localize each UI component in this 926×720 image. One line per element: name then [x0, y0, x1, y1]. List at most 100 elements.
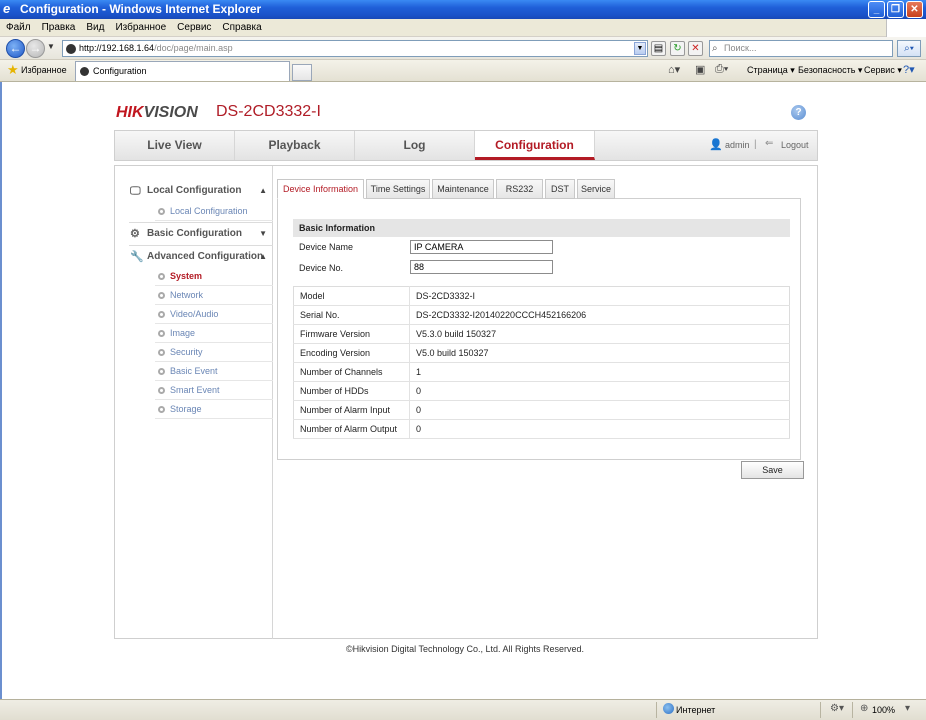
close-button[interactable]: ✕ — [906, 1, 923, 18]
menu-item-security[interactable]: Security — [155, 343, 273, 362]
menu-item-network[interactable]: Network — [155, 286, 273, 305]
user-icon: 👤 — [709, 139, 723, 151]
tab-live-view[interactable]: Live View — [115, 131, 235, 160]
help-menu-icon[interactable]: ?▾ — [903, 63, 915, 76]
zoom-level[interactable]: 100% — [872, 705, 895, 715]
table-row: Serial No. DS-2CD3332-I20140220CCCH452166… — [293, 305, 790, 325]
favorites-button[interactable]: Избранное — [21, 65, 67, 75]
menu-local-configuration[interactable]: 🖵 Local Configuration ▲ — [129, 180, 273, 202]
forward-button[interactable]: → — [26, 39, 45, 58]
info-key: Model — [293, 286, 410, 306]
menu-item-network-label: Network — [170, 290, 204, 300]
info-value: 0 — [409, 381, 790, 401]
info-value: 0 — [409, 400, 790, 420]
config-menu: 🖵 Local Configuration ▲ Local Configurat… — [115, 166, 273, 639]
info-key: Encoding Version — [293, 343, 410, 363]
status-divider — [820, 702, 821, 718]
tab-playback[interactable]: Playback — [235, 131, 355, 160]
new-tab-button[interactable] — [292, 64, 312, 81]
minimize-button[interactable]: _ — [868, 1, 885, 18]
feeds-icon[interactable]: ▣ — [695, 63, 705, 76]
logout-icon[interactable]: ⇐ — [765, 138, 773, 149]
table-row: Encoding Version V5.0 build 150327 — [293, 343, 790, 363]
help-icon[interactable]: ? — [791, 105, 806, 120]
tab-dst[interactable]: DST — [545, 179, 575, 199]
menu-item-smart-event[interactable]: Smart Event — [155, 381, 273, 400]
security-zone[interactable]: Интернет — [676, 705, 715, 715]
bullet-icon — [158, 311, 165, 318]
logout-link[interactable]: Logout — [781, 140, 809, 150]
menu-favorites[interactable]: Избранное — [115, 22, 166, 33]
maximize-button[interactable]: ❐ — [887, 1, 904, 18]
page-menu[interactable]: Страница ▾ — [747, 65, 795, 76]
browser-tab[interactable]: Configuration — [75, 61, 290, 81]
wrench-icon: 🔧 — [130, 251, 144, 263]
device-model-title: DS-2CD3332-I — [216, 103, 321, 120]
device-no-input[interactable] — [410, 260, 553, 274]
bullet-icon — [158, 208, 165, 215]
security-menu[interactable]: Безопасность ▾ — [798, 65, 862, 76]
window-title: Configuration - Windows Internet Explore… — [20, 2, 262, 16]
menu-item-system[interactable]: System — [155, 267, 273, 286]
chevron-down-icon: ▼ — [259, 229, 267, 238]
search-button[interactable]: ⌕▾ — [897, 40, 921, 57]
info-value: DS-2CD3332-I20140220CCCH452166206 — [409, 305, 790, 325]
menu-item-image[interactable]: Image — [155, 324, 273, 343]
address-input[interactable]: http://192.168.1.64/doc/page/main.asp ▼ — [62, 40, 648, 57]
menu-item-basic-event[interactable]: Basic Event — [155, 362, 273, 381]
history-dropdown-icon[interactable]: ▼ — [47, 42, 55, 51]
menu-edit[interactable]: Правка — [42, 22, 76, 33]
tab-service[interactable]: Service — [577, 179, 615, 199]
protected-mode-icon[interactable]: ⚙▾ — [830, 703, 844, 714]
bullet-icon — [158, 292, 165, 299]
zoom-dropdown-icon[interactable]: ▾ — [905, 703, 910, 714]
menu-advanced-configuration-label: Advanced Configuration — [147, 251, 264, 262]
internet-zone-icon — [663, 703, 674, 714]
search-icon: ⌕ — [712, 43, 718, 54]
tab-configuration[interactable]: Configuration — [475, 131, 595, 160]
menu-advanced-configuration[interactable]: 🔧 Advanced Configuration ▲ — [129, 246, 273, 268]
ie-icon: e — [3, 1, 11, 16]
bullet-icon — [158, 330, 165, 337]
tab-rs232[interactable]: RS232 — [496, 179, 543, 199]
compatibility-icon[interactable]: ▤ — [651, 41, 666, 56]
username: admin — [725, 140, 750, 150]
menu-help[interactable]: Справка — [222, 22, 261, 33]
tools-menu[interactable]: Сервис ▾ — [864, 65, 902, 76]
menu-item-storage[interactable]: Storage — [155, 400, 273, 419]
back-button[interactable]: ← — [6, 39, 25, 58]
info-value: V5.3.0 build 150327 — [409, 324, 790, 344]
bullet-icon — [158, 387, 165, 394]
menu-item-local-configuration[interactable]: Local Configuration — [155, 202, 273, 221]
menu-item-video-audio[interactable]: Video/Audio — [155, 305, 273, 324]
menu-item-image-label: Image — [170, 328, 196, 338]
menu-view[interactable]: Вид — [86, 22, 104, 33]
tab-title: Configuration — [93, 66, 147, 76]
home-icon[interactable]: ⌂▾ — [668, 63, 680, 76]
refresh-icon[interactable]: ↻ — [670, 41, 685, 56]
window-controls: _ ❐ ✕ — [868, 1, 923, 18]
address-dropdown-icon[interactable]: ▼ — [634, 42, 646, 55]
tab-maintenance[interactable]: Maintenance — [432, 179, 494, 199]
bullet-icon — [158, 273, 165, 280]
bullet-icon — [158, 406, 165, 413]
menu-tools[interactable]: Сервис — [177, 22, 211, 33]
device-name-input[interactable] — [410, 240, 553, 254]
menu-basic-configuration[interactable]: ⚙ Basic Configuration ▼ — [129, 223, 273, 245]
tab-time-settings[interactable]: Time Settings — [366, 179, 430, 199]
main-navigation: Live View Playback Log Configuration 👤 a… — [114, 130, 818, 161]
tab-device-information[interactable]: Device Information — [277, 179, 364, 199]
menu-item-smart-event-label: Smart Event — [170, 385, 220, 395]
tab-log[interactable]: Log — [355, 131, 475, 160]
windows-logo — [886, 19, 926, 37]
info-value: 1 — [409, 362, 790, 382]
search-input[interactable]: ⌕ Поиск... — [709, 40, 893, 57]
menu-file[interactable]: Файл — [6, 22, 31, 33]
info-key: Firmware Version — [293, 324, 410, 344]
hikvision-logo: HIKVISION — [116, 104, 198, 121]
user-separator: | — [754, 139, 757, 150]
print-icon[interactable]: ⎙▾ — [715, 63, 728, 76]
favorites-star-icon[interactable]: ★ — [7, 63, 19, 77]
stop-icon[interactable]: ✕ — [688, 41, 703, 56]
save-button[interactable]: Save — [741, 461, 804, 479]
